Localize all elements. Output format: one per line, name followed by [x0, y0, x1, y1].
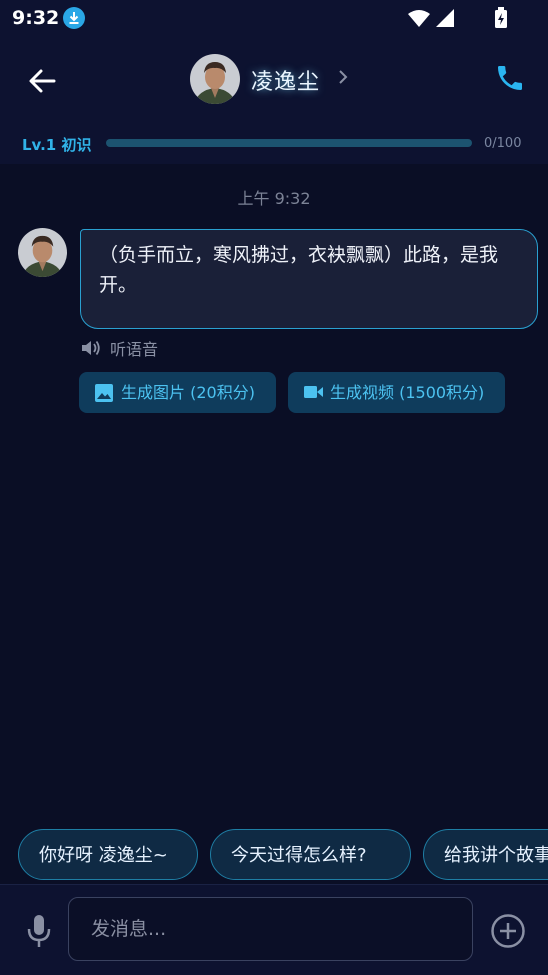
generate-video-label: 生成视频 (1500积分) — [330, 383, 485, 402]
level-track — [106, 139, 472, 147]
message-avatar[interactable] — [18, 228, 67, 277]
listen-label: 听语音 — [110, 340, 159, 359]
level-progress: Lv.1 初识 0/100 — [0, 126, 548, 164]
signal-icons — [408, 9, 454, 27]
avatar[interactable] — [190, 54, 240, 104]
composer — [0, 884, 548, 975]
download-icon — [63, 7, 85, 29]
add-plus-icon[interactable] — [490, 913, 526, 949]
generate-image-label: 生成图片 (20积分) — [121, 383, 255, 402]
call-button[interactable] — [494, 62, 526, 94]
listen-voice-button[interactable]: 听语音 — [80, 336, 158, 360]
status-bar: 9:32 — [0, 0, 548, 36]
suggestion-chip[interactable]: 给我讲个故事 — [423, 829, 548, 880]
speaker-icon — [82, 340, 100, 356]
level-label: Lv.1 初识 — [22, 136, 92, 154]
character-name[interactable]: 凌逸尘 — [251, 64, 320, 96]
generate-video-button[interactable]: 生成视频 (1500积分) — [288, 372, 505, 413]
image-icon — [95, 384, 113, 402]
back-arrow-icon — [29, 69, 56, 93]
chat-header: 凌逸尘 — [0, 36, 548, 126]
message-timestamp: 上午 9:32 — [237, 189, 311, 208]
back-button[interactable] — [26, 64, 60, 98]
message-bubble[interactable]: （负手而立，寒风拂过，衣袂飘飘）此路，是我开。 — [80, 229, 538, 329]
video-camera-icon — [304, 386, 323, 398]
suggestion-chip[interactable]: 你好呀 凌逸尘~ — [18, 829, 198, 880]
level-value: 0/100 — [484, 136, 522, 151]
phone-icon — [498, 66, 522, 90]
chevron-right-icon[interactable] — [336, 68, 350, 86]
generate-image-button[interactable]: 生成图片 (20积分) — [79, 372, 276, 413]
message-input[interactable] — [68, 897, 473, 961]
suggestion-chip[interactable]: 今天过得怎么样? — [210, 829, 411, 880]
microphone-icon[interactable] — [26, 913, 52, 949]
battery-icon — [495, 7, 507, 28]
status-time: 9:32 — [12, 7, 60, 29]
